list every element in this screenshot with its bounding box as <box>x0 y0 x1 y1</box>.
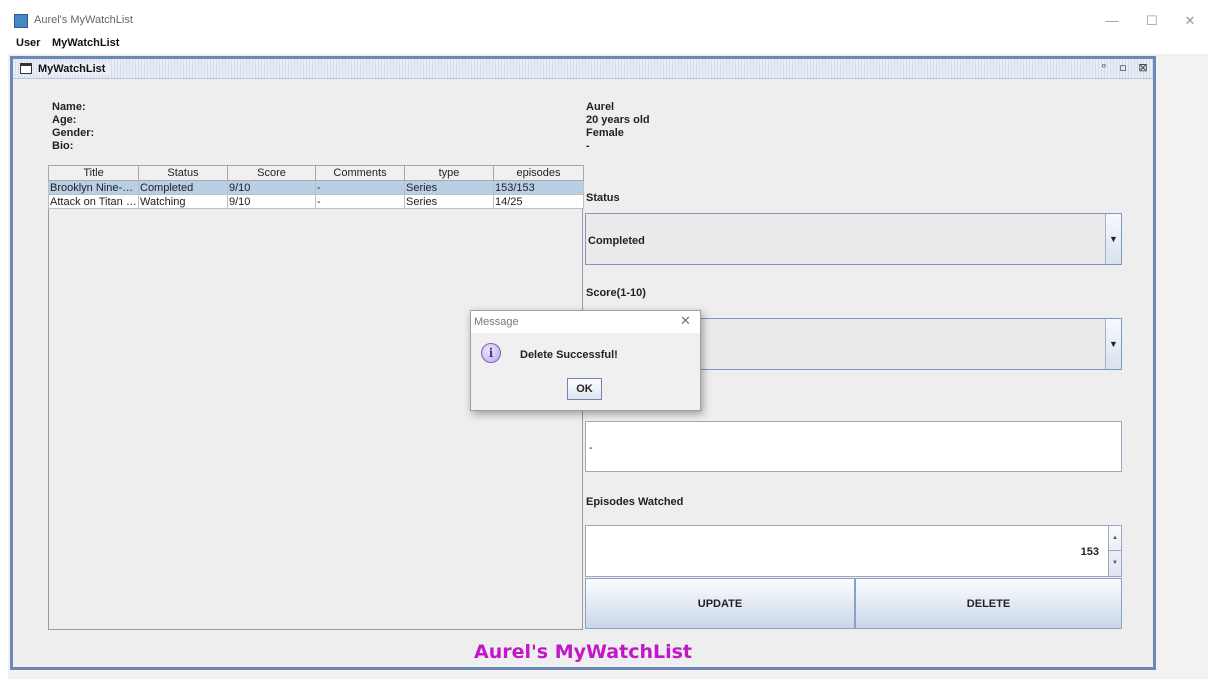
episodes-value: 153 <box>1080 546 1099 558</box>
cell-comments[interactable]: - <box>315 180 405 195</box>
status-selected-value: Completed <box>588 235 645 247</box>
footer-title: Aurel's MyWatchList <box>473 641 693 663</box>
column-header-status[interactable]: Status <box>138 165 228 181</box>
gender-value: Female <box>586 127 624 139</box>
chevron-down-icon[interactable]: ▼ <box>1105 214 1121 264</box>
window-titlebar <box>8 10 1213 34</box>
column-header-comments[interactable]: Comments <box>315 165 405 181</box>
watchlist-table[interactable]: Title Status Score Comments type episode… <box>48 165 584 209</box>
cell-episodes[interactable]: 153/153 <box>493 180 584 195</box>
menu-mywatchlist[interactable]: MyWatchList <box>52 37 119 49</box>
status-label: Status <box>586 192 620 204</box>
comments-field[interactable]: - <box>585 421 1122 472</box>
spinner-down-icon[interactable]: ▼ <box>1109 551 1121 576</box>
table-row[interactable]: Brooklyn Nine-N... Completed 9/10 - Seri… <box>48 180 584 195</box>
name-label: Name: <box>52 101 86 113</box>
maximize-icon[interactable]: ☐ <box>1142 13 1162 29</box>
frame-icon <box>20 63 32 74</box>
cell-status[interactable]: Watching <box>138 194 228 209</box>
column-header-title[interactable]: Title <box>48 165 139 181</box>
menubar <box>8 34 1213 54</box>
ok-button[interactable]: OK <box>567 378 602 400</box>
chevron-down-icon[interactable]: ▼ <box>1105 319 1121 369</box>
cell-comments[interactable]: - <box>315 194 405 209</box>
cell-score[interactable]: 9/10 <box>227 180 316 195</box>
spinner-up-icon[interactable]: ▲ <box>1109 526 1121 551</box>
cell-title[interactable]: Brooklyn Nine-N... <box>48 180 139 195</box>
dialog-title: Message <box>474 316 519 328</box>
episodes-label: Episodes Watched <box>586 496 684 508</box>
minimize-icon[interactable]: — <box>1102 13 1122 28</box>
cell-status[interactable]: Completed <box>138 180 228 195</box>
window-title: Aurel's MyWatchList <box>34 14 133 26</box>
table-header-row: Title Status Score Comments type episode… <box>48 165 584 181</box>
menu-user[interactable]: User <box>16 37 40 49</box>
internal-frame-titlebar[interactable] <box>13 59 1153 79</box>
close-icon[interactable]: ✕ <box>1180 13 1200 29</box>
dialog-message: Delete Successful! <box>520 349 618 361</box>
age-value: 20 years old <box>586 114 650 126</box>
bio-value: - <box>586 140 590 152</box>
episodes-spinner[interactable]: 153 ▲ ▼ <box>585 525 1122 577</box>
frame-close-icon[interactable]: ⊠ <box>1136 61 1150 75</box>
name-value: Aurel <box>586 101 615 113</box>
table-row[interactable]: Attack on Titan S1 Watching 9/10 - Serie… <box>48 194 584 209</box>
close-icon[interactable]: ✕ <box>680 313 691 329</box>
info-icon: i <box>481 343 501 363</box>
cell-score[interactable]: 9/10 <box>227 194 316 209</box>
internal-frame-title: MyWatchList <box>38 63 110 75</box>
gender-label: Gender: <box>52 127 95 139</box>
column-header-type[interactable]: type <box>404 165 494 181</box>
age-label: Age: <box>52 114 77 126</box>
cell-type[interactable]: Series <box>404 194 494 209</box>
update-button[interactable]: UPDATE <box>585 578 855 629</box>
delete-button[interactable]: DELETE <box>855 578 1122 629</box>
column-header-episodes[interactable]: episodes <box>493 165 584 181</box>
spinner-buttons: ▲ ▼ <box>1108 526 1121 576</box>
column-header-score[interactable]: Score <box>227 165 316 181</box>
iconify-icon[interactable]: ᵒ <box>1097 61 1111 75</box>
cell-title[interactable]: Attack on Titan S1 <box>48 194 139 209</box>
score-label: Score(1-10) <box>586 287 646 299</box>
app-icon <box>14 14 28 28</box>
cell-episodes[interactable]: 14/25 <box>493 194 584 209</box>
status-combobox[interactable]: ▼ <box>585 213 1122 265</box>
comments-value: - <box>589 442 593 454</box>
frame-maximize-icon[interactable]: ▫ <box>1116 61 1130 75</box>
cell-type[interactable]: Series <box>404 180 494 195</box>
bio-label: Bio: <box>52 140 74 152</box>
